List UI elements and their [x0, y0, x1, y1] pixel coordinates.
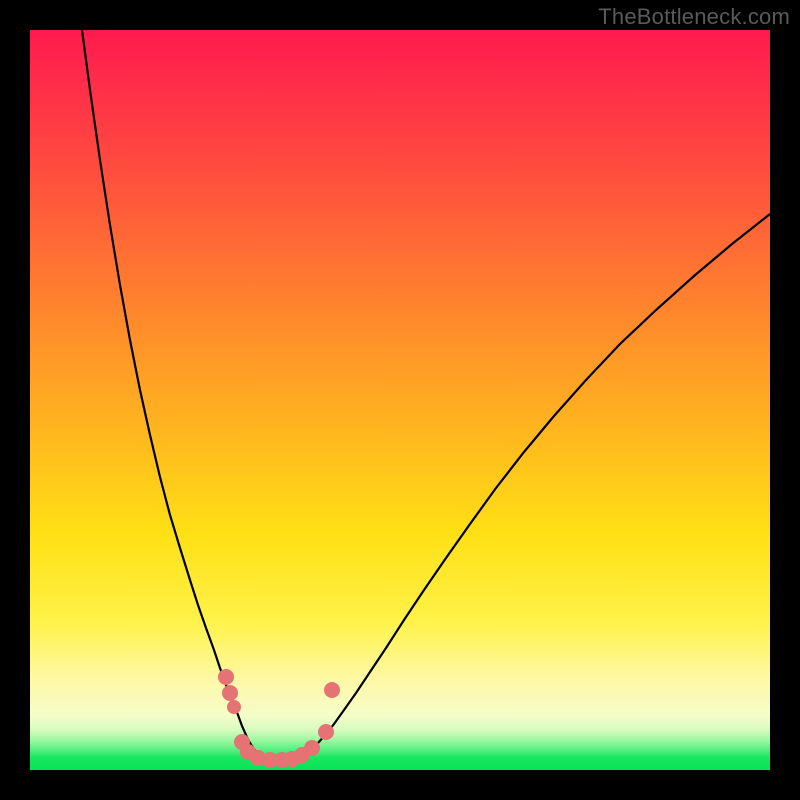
- curve-markers: [218, 669, 340, 768]
- plot-area: [30, 30, 770, 770]
- chart-svg: [30, 30, 770, 770]
- curve-marker: [227, 700, 241, 714]
- watermark-text: TheBottleneck.com: [598, 4, 790, 30]
- chart-frame: TheBottleneck.com: [0, 0, 800, 800]
- curve-marker: [304, 740, 320, 756]
- curve-marker: [324, 682, 340, 698]
- curve-marker: [318, 724, 334, 740]
- bottleneck-curve: [82, 30, 770, 760]
- curve-marker: [222, 685, 238, 701]
- curve-marker: [218, 669, 234, 685]
